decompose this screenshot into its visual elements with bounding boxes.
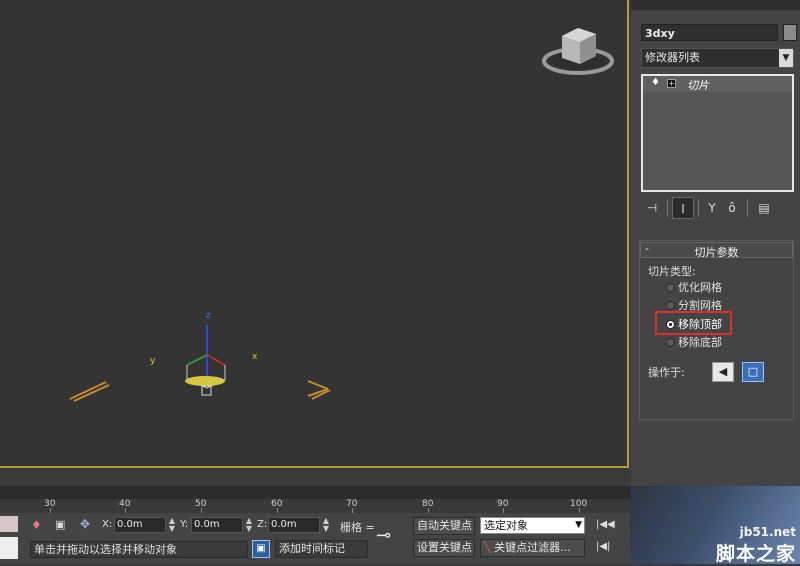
z-coordinate-field[interactable]: 0.0m [268, 517, 320, 533]
key-filters-button[interactable]: ╲ 关键点过滤器... [480, 539, 585, 557]
operate-on-polygons-button[interactable]: □ [742, 362, 764, 382]
key-icon[interactable]: ⊸ [376, 525, 391, 546]
option-remove-bottom[interactable]: 移除底部 [678, 334, 722, 350]
selection-set-value: 选定对象 [484, 519, 528, 532]
y-coordinate-field[interactable]: 0.0m [191, 517, 243, 533]
tick-label: 100 [570, 499, 588, 509]
watermark-site: jb51.net [739, 525, 796, 539]
operate-on-label: 操作于: [648, 366, 685, 379]
maxscript-listener[interactable] [0, 516, 18, 532]
z-label: Z: [257, 519, 268, 530]
tick-label: 70 [346, 499, 358, 509]
slice-type-label: 切片类型: [648, 265, 696, 278]
prompt-line: 单击并拖动以选择并移动对象 [30, 541, 248, 558]
radio-remove-bottom[interactable] [666, 338, 675, 347]
viewcube-icon[interactable] [542, 28, 614, 75]
modifier-list-label: 修改器列表 [645, 51, 700, 64]
stack-toolbar: ⊣ I Y ô ▤ [641, 197, 794, 219]
stack-item-label: 切片 [687, 79, 709, 92]
y-label: Y: [180, 519, 189, 530]
x-coordinate-field[interactable]: 0.0m [114, 517, 166, 533]
isolate-selection-icon[interactable]: ♦ [31, 518, 42, 532]
watermark: jb51.net 脚本之家 [630, 486, 800, 565]
selection-set-dropdown[interactable]: 选定对象 ▼ [480, 517, 585, 534]
selection-lock-toggle[interactable]: ▣ [252, 540, 270, 558]
go-to-start-icon[interactable]: |◀◀ [596, 519, 615, 530]
show-end-result-icon[interactable]: I [672, 197, 694, 219]
make-unique-icon[interactable]: Y [701, 197, 723, 219]
modifier-stack[interactable]: ♦ + 切片 [641, 74, 794, 192]
rollout-header[interactable]: - 切片参数 [640, 242, 793, 259]
auto-key-button[interactable]: 自动关键点 [413, 517, 475, 535]
lightbulb-icon[interactable]: ♦ [651, 78, 660, 88]
x-label: X: [102, 519, 113, 530]
rollout-title: 切片参数 [694, 246, 739, 259]
z-spinner[interactable]: ▲ ▼ [322, 517, 330, 533]
perspective-viewport[interactable]: z y x [0, 0, 629, 468]
expand-icon[interactable]: + [667, 79, 676, 88]
add-time-tag-button[interactable]: 添加时间标记 [275, 540, 368, 558]
previous-frame-icon[interactable]: |◀| [596, 541, 610, 552]
chevron-down-icon[interactable]: ▼ [575, 518, 582, 533]
operate-on-faces-button[interactable]: ◀ [712, 362, 734, 382]
object-color-swatch[interactable] [783, 24, 797, 41]
stack-item-slice[interactable]: ♦ + 切片 [643, 76, 792, 92]
y-spinner[interactable]: ▲ ▼ [245, 517, 253, 533]
axis-z-label: z [206, 311, 211, 321]
tick-label: 60 [271, 499, 283, 509]
tick-label: 50 [195, 499, 207, 509]
key-filter-icon: ╲ [484, 541, 491, 554]
key-filters-label: 关键点过滤器... [494, 541, 571, 554]
tick-label: 90 [497, 499, 509, 509]
command-panel: 3dxy 修改器列表 ▼ ♦ + 切片 ⊣ I Y ô ▤ - 切片参数 切片类… [631, 0, 800, 486]
set-key-button[interactable]: 设置关键点 [413, 539, 475, 557]
chevron-down-icon[interactable]: ▼ [779, 49, 793, 67]
configure-sets-icon[interactable]: ▤ [753, 197, 775, 219]
status-bar: ♦ ▣ ✥ X: 0.0m ▲ ▼ Y: 0.0m ▲ ▼ Z: 0.0m ▲ ▼ 栅… [0, 513, 630, 564]
object-name-field[interactable]: 3dxy [641, 24, 778, 41]
pin-stack-icon[interactable]: ⊣ [641, 197, 663, 219]
remove-modifier-icon[interactable]: ô [721, 197, 743, 219]
grid-label: 栅格 = [340, 521, 375, 534]
time-slider-track[interactable] [0, 486, 630, 499]
watermark-brand: 脚本之家 [715, 543, 796, 565]
modifier-list-dropdown[interactable]: 修改器列表 ▼ [641, 48, 794, 68]
option-refine-mesh[interactable]: 优化网格 [678, 279, 722, 295]
absolute-mode-icon[interactable]: ✥ [80, 517, 90, 531]
viewport-scene [69, 28, 614, 402]
x-spinner[interactable]: ▲ ▼ [168, 517, 176, 533]
axis-x-label: x [252, 352, 258, 362]
maxscript-mini-listener[interactable] [0, 537, 18, 559]
tick-label: 40 [119, 499, 131, 509]
track-bar-ruler[interactable]: 30 40 50 60 70 80 90 100 [0, 499, 630, 513]
tick-label: 80 [422, 499, 434, 509]
panel-tab-strip[interactable] [631, 0, 800, 10]
axis-y-label: y [150, 356, 156, 366]
tick-label: 30 [44, 499, 56, 509]
highlight-box [655, 311, 732, 335]
transform-gizmo[interactable] [185, 325, 226, 396]
radio-refine-mesh[interactable] [666, 283, 675, 292]
lock-icon[interactable]: ▣ [55, 518, 65, 531]
radio-split-mesh[interactable] [666, 301, 675, 310]
